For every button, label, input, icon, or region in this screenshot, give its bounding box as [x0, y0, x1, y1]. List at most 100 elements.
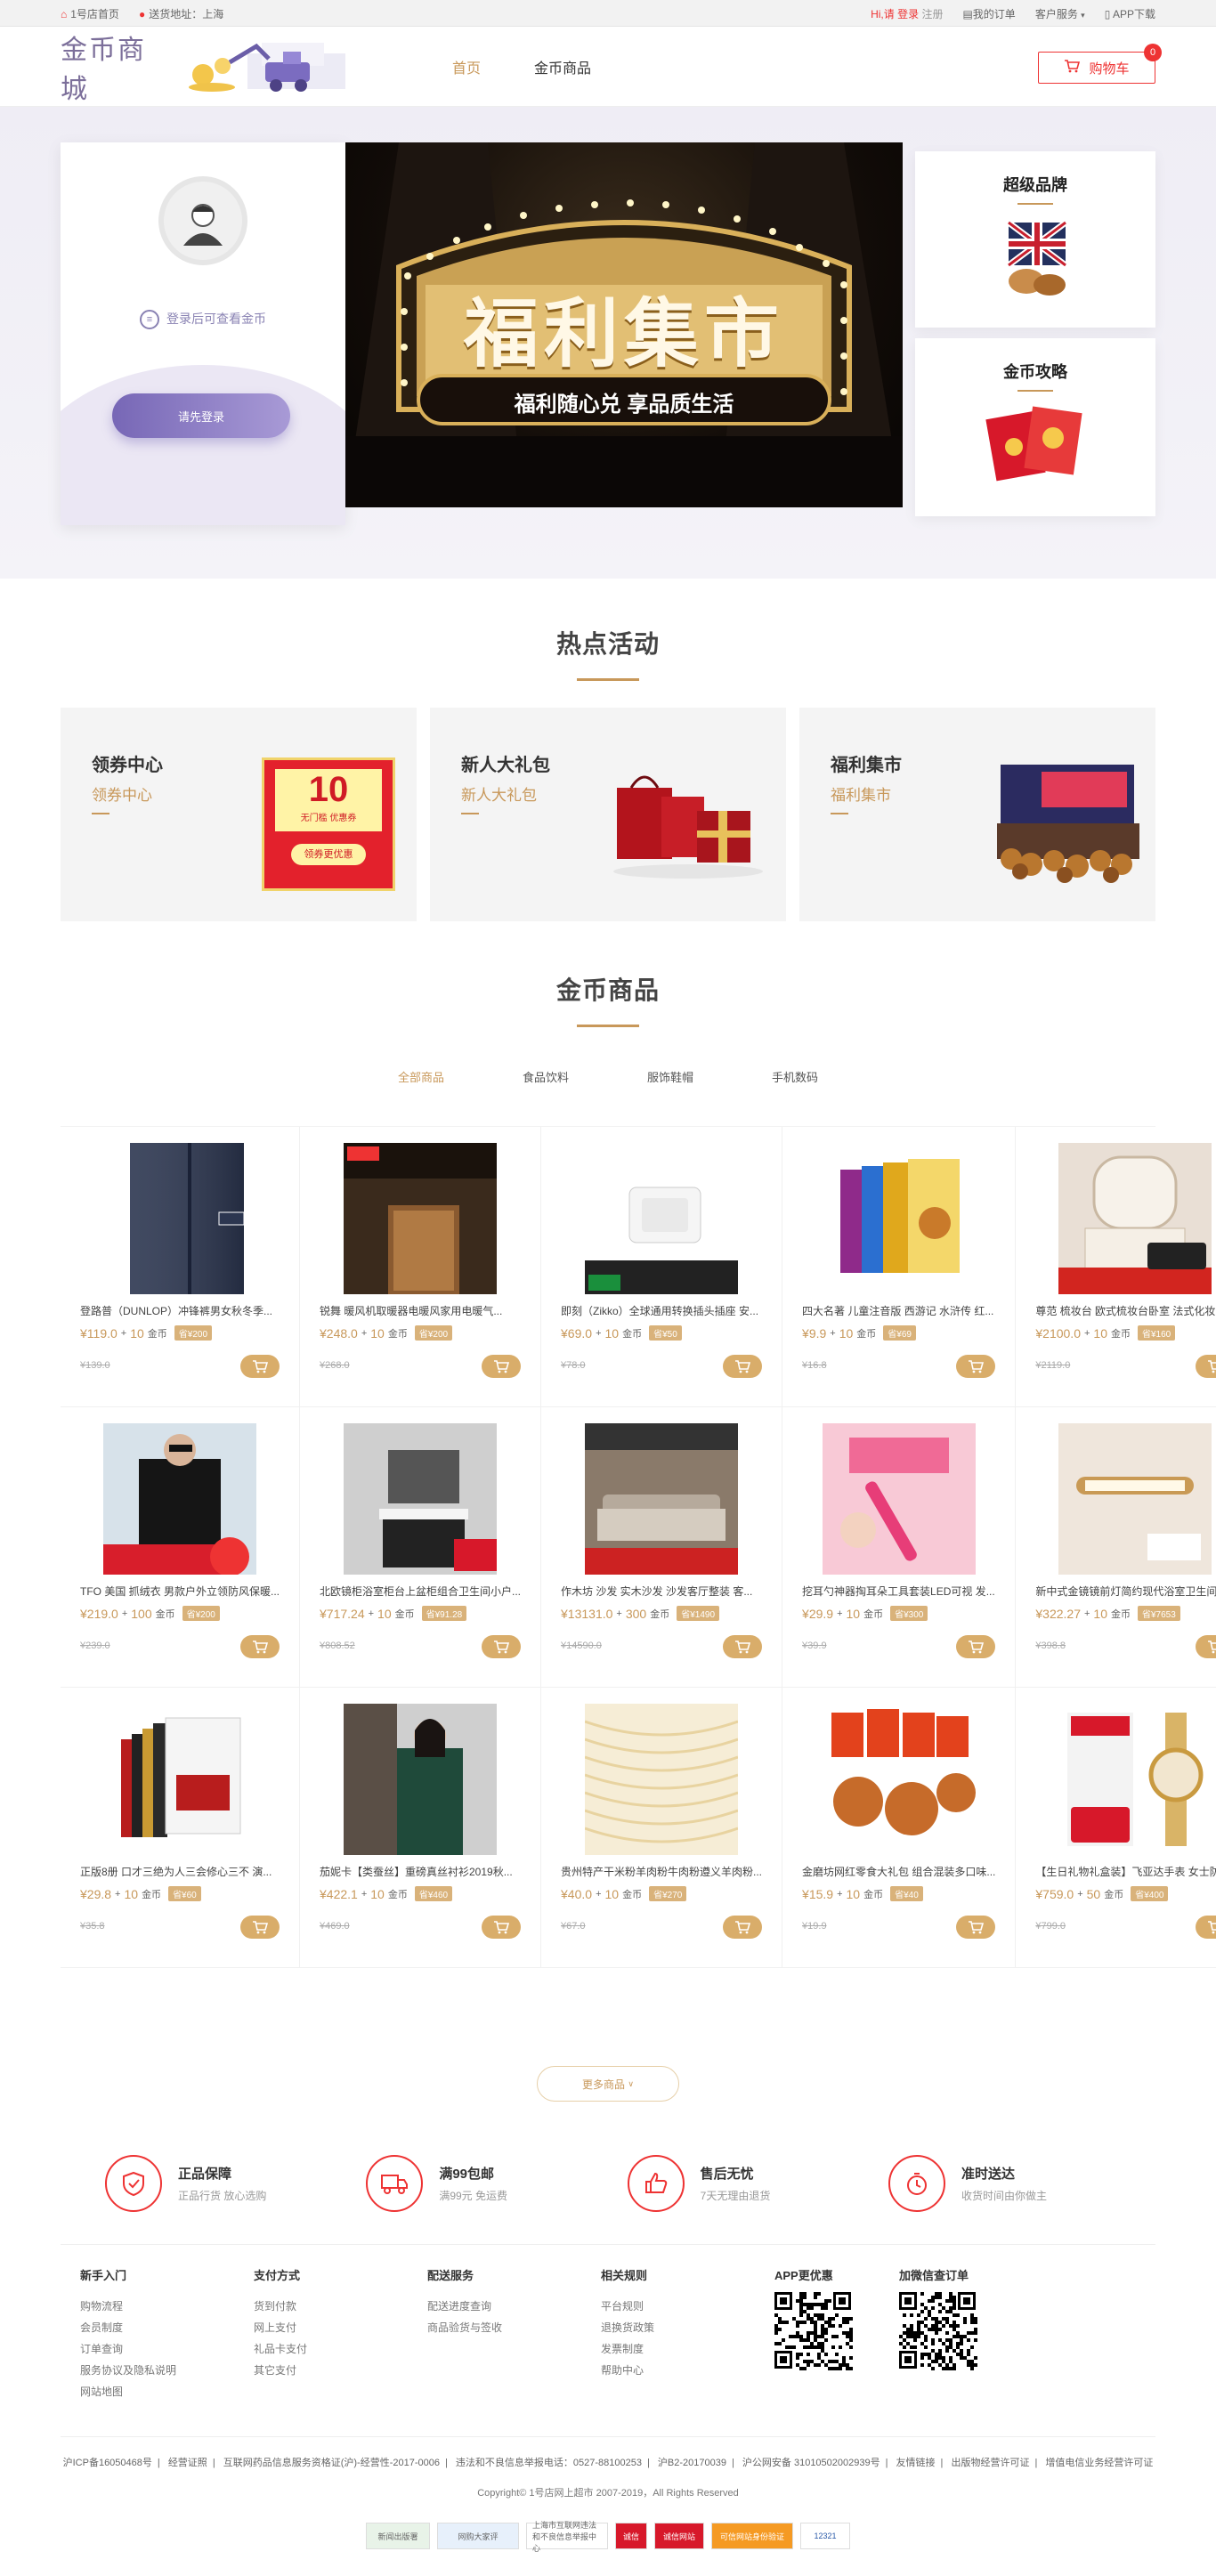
product-image[interactable] [344, 1143, 497, 1294]
product-card[interactable]: 四大名著 儿童注音版 西游记 水浒传 红... ¥9.9 +10 金币 省¥69 ¥16.… [782, 1127, 1017, 1407]
footer-link[interactable]: 货到付款 [254, 2296, 427, 2317]
footer-link[interactable]: 服务协议及隐私说明 [80, 2360, 254, 2381]
product-image[interactable] [822, 1143, 976, 1294]
nav-gold-goods[interactable]: 金币商品 [534, 56, 591, 77]
license-link[interactable]: 经营证照 [168, 2458, 207, 2468]
license-link[interactable]: 出版物经营许可证 [951, 2458, 1029, 2468]
product-image[interactable] [585, 1704, 739, 1855]
add-to-cart-button[interactable] [482, 1916, 522, 1939]
product-card[interactable]: 即刻（Zikko）全球通用转换插头插座 安... ¥69.0 +10 金币 省¥50 ¥7… [541, 1127, 783, 1407]
product-card[interactable]: 登路普（DUNLOP）冲锋裤男女秋冬季... ¥119.0 +10 金币 省¥200 ¥1… [61, 1127, 300, 1407]
product-image[interactable] [822, 1704, 976, 1855]
footer-link[interactable]: 退换货政策 [601, 2317, 774, 2338]
add-to-cart-button[interactable] [240, 1355, 280, 1378]
product-image[interactable] [1058, 1423, 1212, 1575]
more-goods-button[interactable]: 更多商品 ∨ [537, 2066, 679, 2102]
home-link[interactable]: ⌂ 1号店首页 [61, 6, 119, 21]
add-to-cart-button[interactable] [723, 1635, 763, 1658]
license-link[interactable]: 互联网药品信息服务资格证(沪)-经营性-2017-0006 [223, 2458, 440, 2468]
footer-link[interactable]: 平台规则 [601, 2296, 774, 2317]
product-image[interactable] [344, 1704, 497, 1855]
add-to-cart-button[interactable] [956, 1355, 996, 1378]
product-card[interactable]: 锐舞 暖风机取暖器电暖风家用电暖气... ¥248.0 +10 金币 省¥200 ¥268… [300, 1127, 542, 1407]
product-image[interactable] [822, 1423, 976, 1575]
product-card[interactable]: 新中式金镜镜前灯简约现代浴室卫生间... ¥322.27 +10 金币 省¥7653 ¥3… [1016, 1407, 1216, 1688]
trust-badge[interactable]: 诚信网站 [654, 2523, 704, 2549]
product-image[interactable] [585, 1423, 739, 1575]
location[interactable]: ● 送货地址：上海 [139, 6, 223, 21]
trust-badge[interactable]: 12321 [800, 2523, 850, 2549]
hero-banner[interactable]: 福利集市 福利随心兑 享品质生活 [345, 142, 903, 507]
footer-link[interactable]: 帮助中心 [601, 2360, 774, 2381]
footer-link[interactable]: 发票制度 [601, 2338, 774, 2360]
login-link[interactable]: Hi,请 登录 [871, 8, 919, 20]
add-to-cart-button[interactable] [956, 1635, 996, 1658]
tab-apparel[interactable]: 服饰鞋帽 [647, 1068, 693, 1092]
tab-digital[interactable]: 手机数码 [772, 1068, 818, 1092]
footer-link[interactable]: 配送进度查询 [427, 2296, 601, 2317]
license-link[interactable]: 沪ICP备16050468号 [63, 2458, 152, 2468]
nav-home[interactable]: 首页 [452, 56, 481, 77]
product-image[interactable] [1058, 1143, 1212, 1294]
product-name[interactable]: 【生日礼物礼盒装】飞亚达手表 女士防... [1035, 1864, 1216, 1879]
product-image[interactable] [103, 1143, 256, 1294]
add-to-cart-button[interactable] [482, 1355, 522, 1378]
product-image[interactable] [344, 1423, 497, 1575]
trust-badge[interactable]: 诚信 [615, 2523, 647, 2549]
trust-badge[interactable]: 新闻出版署 [366, 2523, 430, 2549]
gold-guide-card[interactable]: 金币攻略 [915, 338, 1155, 516]
footer-link[interactable]: 网站地图 [80, 2381, 254, 2402]
tab-food-drinks[interactable]: 食品饮料 [523, 1068, 569, 1092]
add-to-cart-button[interactable] [723, 1355, 763, 1378]
add-to-cart-button[interactable] [240, 1916, 280, 1939]
product-card[interactable]: 贵州特产干米粉羊肉粉牛肉粉遵义羊肉粉... ¥40.0 +10 金币 省¥270 ¥67.… [541, 1688, 783, 1968]
product-image[interactable] [585, 1143, 739, 1294]
license-link[interactable]: 违法和不良信息举报电话：0527-88100253 [456, 2458, 642, 2468]
add-to-cart-button[interactable] [1196, 1916, 1216, 1939]
product-name[interactable]: 登路普（DUNLOP）冲锋裤男女秋冬季... [80, 1303, 280, 1318]
tab-all-goods[interactable]: 全部商品 [398, 1068, 444, 1092]
product-image[interactable] [1058, 1704, 1212, 1855]
footer-link[interactable]: 礼品卡支付 [254, 2338, 427, 2360]
product-name[interactable]: 即刻（Zikko）全球通用转换插头插座 安... [561, 1303, 762, 1318]
add-to-cart-button[interactable] [1196, 1355, 1216, 1378]
product-card[interactable]: TFO 美国 抓绒衣 男款户外立领防风保暖... ¥219.0 +100 金币 省¥20… [61, 1407, 300, 1688]
footer-link[interactable]: 商品验货与签收 [427, 2317, 601, 2338]
add-to-cart-button[interactable] [1196, 1635, 1216, 1658]
super-brand-card[interactable]: 超级品牌 [915, 151, 1155, 328]
customer-service-menu[interactable]: 客户服务 ▾ [1035, 6, 1085, 21]
product-name[interactable]: 锐舞 暖风机取暖器电暖风家用电暖气... [320, 1303, 521, 1318]
trust-badge[interactable]: 网购大家评 [437, 2523, 519, 2549]
license-link[interactable]: 沪B2-20170039 [658, 2458, 726, 2468]
license-link[interactable]: 增值电信业务经营许可证 [1045, 2458, 1153, 2468]
product-card[interactable]: 正版8册 口才三绝为人三会修心三不 演... ¥29.8 +10 金币 省¥60 ¥35.… [61, 1688, 300, 1968]
add-to-cart-button[interactable] [723, 1916, 763, 1939]
app-download-link[interactable]: ▯ APP下载 [1105, 6, 1155, 21]
product-name[interactable]: 茄妮卡【类蚕丝】重磅真丝衬衫2019秋... [320, 1864, 521, 1879]
add-to-cart-button[interactable] [482, 1635, 522, 1658]
product-name[interactable]: 四大名著 儿童注音版 西游记 水浒传 红... [802, 1303, 995, 1318]
add-to-cart-button[interactable] [240, 1635, 280, 1658]
product-card[interactable]: 挖耳勺神器掏耳朵工具套装LED可视 发... ¥29.9 +10 金币 省¥300 ¥39… [782, 1407, 1017, 1688]
footer-link[interactable]: 会员制度 [80, 2317, 254, 2338]
footer-link[interactable]: 其它支付 [254, 2360, 427, 2381]
activity-newbie-pack[interactable]: 新人大礼包 新人大礼包 [430, 708, 786, 921]
logo[interactable]: 金币商城 [61, 28, 354, 106]
login-button[interactable]: 请先登录 [112, 393, 290, 438]
add-to-cart-button[interactable] [956, 1916, 996, 1939]
product-image[interactable] [103, 1423, 256, 1575]
activity-welfare-market[interactable]: 福利集市 福利集市 [799, 708, 1155, 921]
register-link[interactable]: 注册 [921, 8, 943, 20]
footer-link[interactable]: 网上支付 [254, 2317, 427, 2338]
product-card[interactable]: 茄妮卡【类蚕丝】重磅真丝衬衫2019秋... ¥422.1 +10 金币 省¥460 ¥4… [300, 1688, 542, 1968]
product-name[interactable]: 作木坊 沙发 实木沙发 沙发客厅整装 客... [561, 1584, 762, 1599]
product-name[interactable]: 尊范 梳妆台 欧式梳妆台卧室 法式化妆台... [1035, 1303, 1216, 1318]
trust-badge[interactable]: 上海市互联网违法和不良信息举报中心 [526, 2521, 608, 2553]
product-card[interactable]: 尊范 梳妆台 欧式梳妆台卧室 法式化妆台... ¥2100.0 +10 金币 省¥160… [1016, 1127, 1216, 1407]
footer-link[interactable]: 购物流程 [80, 2296, 254, 2317]
cart-button[interactable]: 购物车 0 [1038, 44, 1162, 84]
product-name[interactable]: 正版8册 口才三绝为人三会修心三不 演... [80, 1864, 280, 1879]
product-name[interactable]: 北欧镜柜浴室柜台上盆柜组合卫生间小户... [320, 1584, 521, 1599]
footer-link[interactable]: 订单查询 [80, 2338, 254, 2360]
product-image[interactable] [103, 1704, 256, 1855]
